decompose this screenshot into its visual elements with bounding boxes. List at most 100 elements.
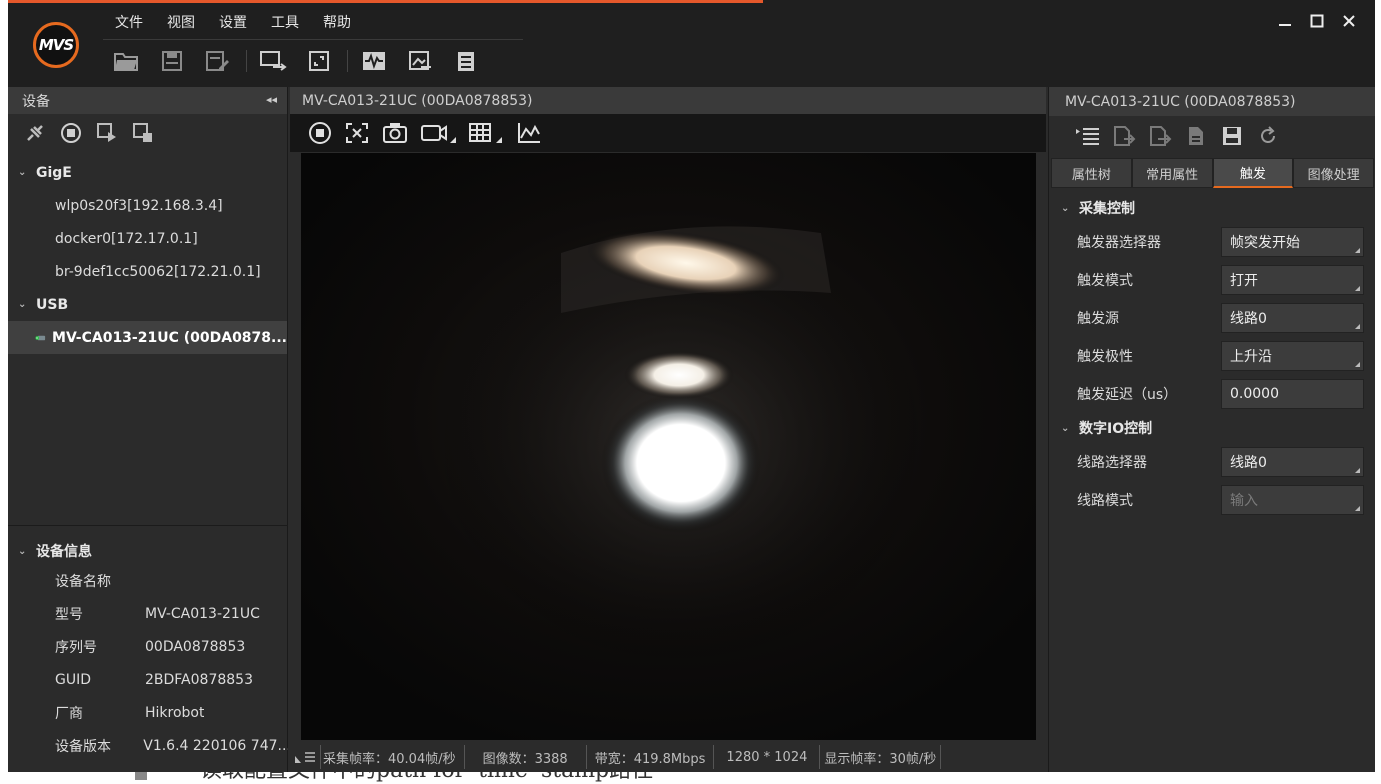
export-icon[interactable] — [1147, 123, 1173, 149]
mvs-logo: MVS — [33, 22, 79, 68]
multi-play-icon[interactable] — [94, 120, 120, 146]
device-info: ⌄ 设备信息 设备名称 型号 MV-CA013-21UC 序列号 00DA087885… — [8, 525, 288, 762]
menu-tools[interactable]: 工具 — [259, 8, 311, 34]
trigger-activation-dropdown[interactable]: 上升沿 — [1221, 341, 1364, 371]
property-list: ⌄ 采集控制 触发器选择器 帧突发开始 触发模式 打开 触发源 线路0 触发极性 … — [1049, 193, 1375, 519]
chevron-down-icon: ⌄ — [1061, 422, 1070, 434]
snapshot-icon[interactable] — [382, 118, 408, 148]
close-icon[interactable] — [1333, 10, 1365, 32]
status-resolution: 1280 * 1024 — [714, 745, 821, 769]
info-row: 型号 MV-CA013-21UC — [55, 605, 260, 623]
status-layout-icon[interactable] — [290, 745, 321, 769]
info-row: GUID 2BDFA0878853 — [55, 671, 253, 688]
status-display-fps: 显示帧率：30帧/秒 — [820, 745, 942, 769]
tab-trigger[interactable]: 触发 — [1212, 158, 1294, 188]
window-controls — [1269, 10, 1365, 32]
status-bar: 采集帧率：40.04帧/秒 图像数：3388 带宽：419.8Mbps 1280… — [290, 742, 1046, 772]
camera-image[interactable] — [301, 153, 1036, 740]
switch-device-icon[interactable] — [255, 44, 291, 78]
trigger-delay-input[interactable]: 0.0000 — [1221, 379, 1364, 409]
properties-title: MV-CA013-21UC (00DA0878853) — [1049, 87, 1375, 116]
group-digital-io-control[interactable]: ⌄ 数字IO控制 — [1049, 413, 1375, 443]
device-toolbar — [8, 114, 287, 152]
menu-view[interactable]: 视图 — [155, 8, 207, 34]
tree-item-interface[interactable]: br-9def1cc50062[172.21.0.1] — [8, 255, 287, 288]
title-bar: MVS 文件 视图 设置 工具 帮助 — [8, 0, 1375, 87]
collapse-panel-icon[interactable]: ◂◂ — [266, 93, 277, 106]
line-selector-dropdown[interactable]: 线路0 — [1221, 447, 1364, 477]
menu-help[interactable]: 帮助 — [311, 8, 363, 34]
prop-trigger-mode: 触发模式 打开 — [1049, 261, 1375, 299]
camera-frame-image — [301, 153, 1036, 740]
device-info-title[interactable]: ⌄ 设备信息 — [8, 538, 288, 564]
view-toolbar — [290, 114, 1046, 152]
stop-grab-icon[interactable] — [308, 118, 332, 148]
tree-group-gige[interactable]: ⌄ GigE — [8, 156, 287, 189]
chevron-down-icon: ⌄ — [18, 299, 27, 310]
tree-item-camera[interactable]: MV-CA013-21UC (00DA0878... — [8, 321, 287, 354]
tree-group-usb[interactable]: ⌄ USB — [8, 288, 287, 321]
info-row: 序列号 00DA0878853 — [55, 638, 246, 656]
property-tabs: 属性树 常用属性 触发 图像处理 — [1051, 158, 1374, 188]
document-icon[interactable] — [1183, 123, 1209, 149]
status-bandwidth: 带宽：419.8Mbps — [587, 745, 715, 769]
open-folder-icon[interactable] — [108, 44, 144, 78]
prop-trigger-source: 触发源 线路0 — [1049, 299, 1375, 337]
minimize-icon[interactable] — [1269, 10, 1301, 32]
properties-toolbar — [1049, 116, 1375, 156]
main-toolbar — [108, 44, 494, 78]
status-image-count: 图像数：3388 — [465, 745, 587, 769]
log-icon[interactable] — [448, 44, 484, 78]
trigger-mode-dropdown[interactable]: 打开 — [1221, 265, 1364, 295]
tab-property-tree[interactable]: 属性树 — [1051, 158, 1132, 188]
waveform-icon[interactable] — [356, 44, 392, 78]
view-title: MV-CA013-21UC (00DA0878853) — [290, 87, 1046, 114]
prop-trigger-activation: 触发极性 上升沿 — [1049, 337, 1375, 375]
import-icon[interactable] — [1111, 123, 1137, 149]
group-acquisition-control[interactable]: ⌄ 采集控制 — [1049, 193, 1375, 223]
properties-panel: MV-CA013-21UC (00DA0878853) 属性树 常用属性 触发 … — [1048, 87, 1375, 772]
chevron-down-icon: ⌄ — [1061, 202, 1070, 214]
prop-line-mode: 线路模式 输入 — [1049, 481, 1375, 519]
grid-icon[interactable] — [468, 118, 504, 148]
info-row: 设备版本 V1.6.4 220106 747... — [55, 737, 288, 755]
save-params-icon[interactable] — [1219, 123, 1245, 149]
line-mode-dropdown: 输入 — [1221, 485, 1364, 515]
prop-trigger-delay: 触发延迟（us） 0.0000 — [1049, 375, 1375, 413]
histogram-icon[interactable] — [516, 118, 542, 148]
chevron-down-icon: ⌄ — [18, 167, 27, 178]
image-settings-icon[interactable] — [402, 44, 438, 78]
info-row: 厂商 Hikrobot — [55, 704, 205, 722]
record-icon[interactable] — [420, 118, 456, 148]
menu-file[interactable]: 文件 — [103, 8, 155, 34]
tab-image-processing[interactable]: 图像处理 — [1293, 158, 1374, 188]
device-panel: 设备 ◂◂ ⌄ GigE wlp0s20f3[192.168.3.4] docke… — [8, 87, 288, 772]
tree-item-interface[interactable]: docker0[172.17.0.1] — [8, 222, 287, 255]
status-acq-fps: 采集帧率：40.04帧/秒 — [321, 745, 465, 769]
stop-acquisition-icon[interactable] — [58, 120, 84, 146]
refresh-icon[interactable] — [1255, 123, 1281, 149]
chevron-down-icon: ⌄ — [18, 545, 27, 557]
trigger-source-dropdown[interactable]: 线路0 — [1221, 303, 1364, 333]
menu-settings[interactable]: 设置 — [207, 8, 259, 34]
image-view-panel: MV-CA013-21UC (00DA0878853) 采集帧率：40.04帧/… — [290, 87, 1046, 772]
save-icon[interactable] — [154, 44, 190, 78]
maximize-icon[interactable] — [1301, 10, 1333, 32]
device-panel-header: 设备 ◂◂ — [8, 87, 287, 114]
tree-item-interface[interactable]: wlp0s20f3[192.168.3.4] — [8, 189, 287, 222]
tab-common-properties[interactable]: 常用属性 — [1131, 158, 1213, 188]
mvs-window: MVS 文件 视图 设置 工具 帮助 设备 ◂◂ ⌄ GigE wlp0s20f… — [8, 0, 1375, 772]
list-view-icon[interactable] — [1075, 123, 1101, 149]
camera-device-icon — [35, 335, 46, 340]
device-tree: ⌄ GigE wlp0s20f3[192.168.3.4] docker0[172… — [8, 152, 287, 354]
trigger-selector-dropdown[interactable]: 帧突发开始 — [1221, 227, 1364, 257]
prop-line-selector: 线路选择器 线路0 — [1049, 443, 1375, 481]
multi-stop-icon[interactable] — [130, 120, 156, 146]
menu-bar: 文件 视图 设置 工具 帮助 — [103, 8, 363, 34]
disconnect-icon[interactable] — [22, 120, 48, 146]
prop-trigger-selector: 触发器选择器 帧突发开始 — [1049, 223, 1375, 261]
info-row: 设备名称 — [55, 573, 111, 590]
save-as-icon[interactable] — [200, 44, 236, 78]
fit-window-icon[interactable] — [344, 118, 370, 148]
fullscreen-icon[interactable] — [301, 44, 337, 78]
